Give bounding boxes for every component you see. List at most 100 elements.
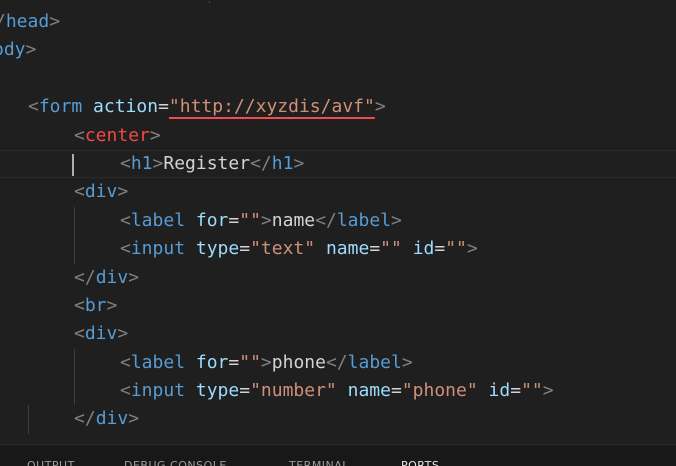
line-content: <center> [74, 122, 161, 150]
code-token: < [74, 181, 85, 203]
indent-guide [74, 348, 75, 378]
code-token: "" [239, 351, 261, 373]
line-body-close[interactable]: ody> [0, 36, 676, 64]
line-h1[interactable]: <h1>Register</h1> [0, 149, 676, 179]
indent-guide [28, 405, 29, 434]
code-token: > [117, 181, 129, 203]
code-token: "phone" [401, 380, 478, 402]
code-token: "number" [250, 380, 337, 402]
panel-tab-terminal[interactable]: TERMINAL [289, 459, 349, 466]
line-content: <div> [74, 178, 128, 206]
code-token: > [25, 39, 37, 61]
panel-tab-bar: OUTPUT DEBUG CONSOLE TERMINAL PORTS [0, 444, 676, 466]
line-content: <input type="number" name="phone" id=""> [120, 377, 554, 405]
code-token: id [412, 238, 435, 260]
line-input-text[interactable]: <input type="text" name="" id=""> [0, 235, 676, 264]
code-token: name [347, 380, 391, 402]
panel-tab-ports[interactable]: PORTS [401, 459, 439, 466]
code-token: div [84, 181, 118, 203]
code-token: center [84, 124, 150, 146]
line-empty[interactable] [0, 65, 676, 93]
code-token: > [542, 380, 554, 402]
code-token: for [195, 351, 229, 373]
line-content: </div> [74, 405, 139, 433]
indent-guide [74, 377, 75, 406]
line-content: /head> [0, 8, 60, 36]
code-token: name [271, 209, 316, 231]
code-token: div [84, 323, 118, 345]
code-token: = [228, 351, 240, 373]
line-div-close-1[interactable]: </div> [0, 264, 676, 292]
code-token: > [149, 124, 161, 146]
code-token: = [510, 380, 522, 402]
line-head-close[interactable]: /head> [0, 8, 676, 36]
code-token: < [28, 96, 39, 118]
line-content: <h1>Register</h1> [120, 151, 304, 177]
code-token: head [5, 11, 50, 32]
code-token: div [95, 266, 129, 288]
panel-tab-debug-console[interactable]: DEBUG CONSOLE [124, 459, 227, 466]
code-token: < [120, 152, 131, 174]
code-token: = [239, 238, 251, 260]
line-form-open[interactable]: <form action="http://xyzdis/avf"> [0, 93, 676, 121]
code-token: label [347, 351, 402, 373]
indent-guide [74, 235, 75, 264]
code-token: > [401, 351, 413, 373]
indent-guide [74, 206, 75, 236]
code-token: h1 [271, 152, 294, 174]
code-token: > [260, 351, 272, 373]
line-content: <br> [74, 292, 117, 320]
code-token: = [239, 380, 251, 402]
line-div-close-2[interactable]: </div> [0, 405, 676, 434]
code-token: < [120, 209, 131, 231]
code-token: </ [74, 266, 96, 288]
code-token: type [195, 380, 240, 402]
panel-tab-output[interactable]: OUTPUT [27, 459, 75, 466]
code-token: form [38, 96, 83, 118]
code-lines[interactable]: /head>ody><form action="http://xyzdis/av… [0, 8, 676, 434]
code-token: action [93, 96, 159, 118]
line-label-name[interactable]: <label for="">name</label> [0, 206, 676, 236]
code-token: "http://xyzdis/avf" [168, 96, 375, 118]
code-token: < [120, 351, 131, 373]
code-token: > [374, 96, 386, 118]
line-content: </div> [74, 264, 139, 292]
code-token: label [336, 209, 391, 231]
code-token: = [158, 96, 169, 118]
code-token: > [152, 152, 164, 174]
line-input-number[interactable]: <input type="number" name="phone" id=""> [0, 377, 676, 406]
code-token: "" [239, 209, 261, 231]
code-token: label [130, 209, 186, 231]
code-token: Register [163, 152, 251, 174]
code-token: br [84, 294, 107, 316]
code-token: = [369, 238, 381, 260]
code-token: "" [380, 238, 402, 260]
code-token: > [260, 209, 272, 231]
line-div-open-2[interactable]: <div> [0, 320, 676, 348]
code-token: < [74, 294, 85, 316]
line-label-phone[interactable]: <label for="">phone</label> [0, 348, 676, 378]
code-token: = [434, 238, 446, 260]
code-token: </ [250, 152, 272, 174]
code-token: = [228, 209, 240, 231]
code-token: > [49, 11, 61, 32]
code-token: "" [521, 380, 543, 402]
code-token: > [128, 408, 140, 430]
code-token: > [128, 266, 140, 288]
code-token: type [195, 238, 240, 260]
code-editor[interactable]: · /head>ody><form action="http://xyzdis/… [0, 0, 676, 466]
code-token: > [466, 238, 478, 260]
line-div-open-1[interactable]: <div> [0, 178, 676, 206]
line-br[interactable]: <br> [0, 292, 676, 320]
code-token: > [106, 294, 118, 316]
top-marker: · [207, 0, 212, 7]
code-token: = [390, 380, 402, 402]
line-center-open[interactable]: <center> [0, 122, 676, 150]
code-token: < [120, 380, 131, 402]
